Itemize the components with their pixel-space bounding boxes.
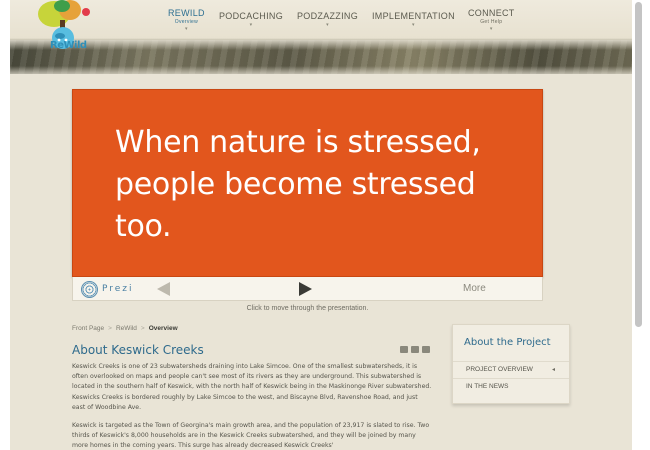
breadcrumb: Front Page > ReWild > Overview bbox=[72, 325, 178, 332]
print-icon[interactable] bbox=[411, 346, 419, 353]
prezi-logo[interactable]: Prezi bbox=[81, 280, 134, 298]
article-paragraph: Keswick is targeted as the Town of Georg… bbox=[72, 422, 430, 450]
vertical-scrollbar[interactable] bbox=[632, 0, 650, 450]
page: ReWild REWILD Overview ▾ PODCACHING ▾ PO… bbox=[10, 0, 632, 450]
header-farmland-banner bbox=[10, 40, 632, 74]
menu-item-in-the-news[interactable]: IN THE NEWS bbox=[453, 378, 569, 395]
chevron-left-icon: ◂ bbox=[551, 367, 555, 373]
main-nav: REWILD Overview ▾ PODCACHING ▾ PODZAZZIN… bbox=[10, 8, 632, 38]
nav-item-rewild[interactable]: REWILD Overview ▾ bbox=[168, 8, 205, 32]
nav-item-podzazzing[interactable]: PODZAZZING ▾ bbox=[297, 11, 358, 28]
about-project-panel: About the Project PROJECT OVERVIEW ◂ IN … bbox=[452, 324, 570, 404]
panel-menu: PROJECT OVERVIEW ◂ IN THE NEWS bbox=[453, 361, 569, 395]
presentation-controls: Prezi More bbox=[72, 277, 543, 301]
nav-label: PODZAZZING bbox=[297, 11, 358, 21]
nav-label: PODCACHING bbox=[219, 11, 284, 21]
nav-item-implementation[interactable]: IMPLEMENTATION ▾ bbox=[372, 11, 455, 28]
breadcrumb-separator: > bbox=[140, 325, 145, 332]
nav-label: REWILD bbox=[168, 8, 205, 18]
chevron-down-icon: ▾ bbox=[326, 22, 329, 28]
article-tools bbox=[400, 346, 430, 353]
breadcrumb-link-rewild[interactable]: ReWild bbox=[116, 325, 137, 332]
more-button[interactable]: More bbox=[463, 283, 486, 294]
chevron-down-icon: ▾ bbox=[185, 26, 188, 32]
presentation-slide[interactable]: When nature is stressed, people become s… bbox=[72, 89, 543, 277]
scrollbar-thumb[interactable] bbox=[635, 2, 642, 327]
nav-label: CONNECT bbox=[468, 8, 515, 18]
menu-item-project-overview[interactable]: PROJECT OVERVIEW ◂ bbox=[453, 361, 569, 378]
prezi-wordmark: Prezi bbox=[102, 284, 134, 294]
logo-wordmark: ReWild bbox=[50, 40, 87, 51]
chevron-down-icon: ▾ bbox=[249, 22, 253, 28]
nav-sublabel: Overview bbox=[174, 19, 199, 25]
slide-quote: When nature is stressed, people become s… bbox=[115, 125, 481, 244]
previous-arrow-icon[interactable] bbox=[157, 282, 170, 296]
menu-item-label: PROJECT OVERVIEW bbox=[466, 366, 533, 373]
chevron-down-icon: ▾ bbox=[412, 22, 415, 28]
article-paragraph: Keswick Creeks is one of 23 subwatershed… bbox=[72, 363, 432, 411]
presentation-caption: Click to move through the presentation. bbox=[246, 305, 369, 312]
site-header: ReWild REWILD Overview ▾ PODCACHING ▾ PO… bbox=[10, 0, 632, 74]
nav-label: IMPLEMENTATION bbox=[372, 11, 455, 21]
panel-title: About the Project bbox=[464, 337, 551, 348]
breadcrumb-separator: > bbox=[108, 325, 112, 332]
nav-item-connect[interactable]: CONNECT Get Help ▾ bbox=[468, 8, 515, 32]
prezi-swirl-icon bbox=[81, 280, 98, 298]
chevron-down-icon: ▾ bbox=[489, 26, 493, 32]
nav-item-podcaching[interactable]: PODCACHING ▾ bbox=[219, 11, 283, 28]
page-title: About Keswick Creeks bbox=[72, 343, 204, 357]
breadcrumb-current: Overview bbox=[148, 325, 178, 332]
breadcrumb-link-front-page[interactable]: Front Page bbox=[72, 325, 104, 332]
pdf-icon[interactable] bbox=[400, 346, 408, 353]
next-arrow-icon[interactable] bbox=[299, 282, 312, 296]
email-icon[interactable] bbox=[422, 346, 430, 353]
article-body: Keswick Creeks is one of 23 subwatershed… bbox=[72, 362, 432, 450]
nav-sublabel: Get Help bbox=[480, 19, 503, 25]
menu-item-label: IN THE NEWS bbox=[466, 383, 509, 390]
